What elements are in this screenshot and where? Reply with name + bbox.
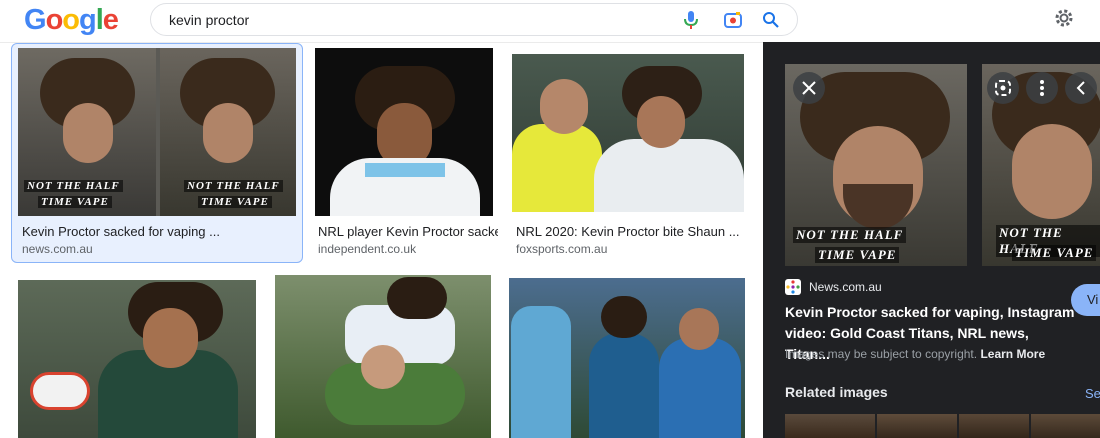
related-thumbnail[interactable] (959, 414, 1029, 438)
player-face (143, 308, 198, 368)
previous-button[interactable] (1065, 72, 1097, 104)
caption-line-2: TIME VAPE (815, 247, 900, 263)
search-icon[interactable] (761, 10, 781, 30)
result-source[interactable]: foxsports.com.au (516, 242, 607, 256)
result-thumbnail[interactable] (18, 280, 256, 438)
logo-letter: g (79, 4, 97, 36)
related-thumbnail[interactable] (1031, 414, 1100, 438)
more-options-button[interactable] (1026, 72, 1058, 104)
caption-line-2: TIME VAPE (38, 196, 112, 208)
close-icon (802, 81, 816, 95)
logo-letter: e (102, 4, 119, 36)
lens-icon[interactable] (723, 10, 743, 30)
more-vert-icon (1040, 80, 1044, 96)
player-right-head (679, 308, 719, 350)
player-center (589, 333, 659, 438)
result-thumbnail[interactable] (512, 54, 744, 212)
learn-more-link[interactable]: Learn More (980, 347, 1045, 361)
preview-panel: NOT THE HALF TIME VAPE NOT THE HALF TIME… (763, 42, 1100, 438)
search-bar[interactable]: kevin proctor (150, 3, 798, 36)
logo-letter: o (62, 4, 80, 36)
logo-letter: o (45, 4, 64, 36)
related-thumbnail[interactable] (785, 414, 875, 438)
mic-icon[interactable] (682, 10, 700, 30)
copyright-text: Images may be subject to copyright. (785, 347, 978, 361)
chevron-left-icon (1076, 81, 1085, 95)
football (30, 372, 90, 410)
search-input[interactable]: kevin proctor (169, 12, 249, 28)
player-center-hair (601, 296, 647, 338)
related-thumbnail[interactable] (877, 414, 957, 438)
player-hair (387, 277, 447, 319)
referee (512, 124, 602, 212)
google-logo[interactable]: Google (24, 4, 119, 37)
result-source[interactable]: independent.co.uk (318, 242, 416, 256)
player-left (511, 306, 571, 438)
face (203, 103, 253, 163)
related-images-heading: Related images (785, 384, 888, 400)
player (594, 139, 744, 212)
result-thumbnail[interactable] (275, 275, 491, 438)
lens-icon (995, 80, 1011, 96)
close-button[interactable] (793, 72, 825, 104)
result-thumbnail[interactable] (315, 48, 493, 216)
copyright-notice: Images may be subject to copyright. Lear… (785, 347, 1045, 361)
result-title[interactable]: NRL 2020: Kevin Proctor bite Shaun ... (516, 224, 748, 239)
caption-line-1: NOT THE HALF (24, 180, 123, 192)
face (1012, 124, 1092, 219)
beard (843, 184, 913, 229)
jersey-stripe (365, 163, 445, 177)
lens-search-button[interactable] (987, 72, 1019, 104)
referee-head (540, 79, 588, 134)
gear-icon[interactable] (1052, 6, 1076, 30)
result-title[interactable]: Kevin Proctor sacked for vaping ... (22, 224, 292, 239)
caption-line-1: NOT THE HALF (793, 227, 907, 243)
logo-letter: l (95, 4, 104, 36)
caption-line-1: NOT THE HALF (184, 180, 283, 192)
player-face (637, 96, 685, 148)
news-favicon (785, 279, 801, 295)
result-thumbnail[interactable]: NOT THE HALF TIME VAPE NOT THE HALF TIME… (18, 48, 296, 216)
source-name[interactable]: News.com.au (809, 280, 882, 294)
result-source[interactable]: news.com.au (22, 242, 93, 256)
header: Google kevin proctor (0, 0, 1100, 42)
logo-letter: G (24, 4, 47, 36)
face (63, 103, 113, 163)
caption-line-2: TIME VAPE (198, 196, 272, 208)
tackled-head (361, 345, 405, 389)
see-all-link[interactable]: Se (1085, 386, 1100, 401)
caption-line-2: TIME VAPE (1012, 245, 1097, 261)
player-right (659, 338, 741, 438)
result-thumbnail[interactable] (509, 278, 745, 438)
result-title[interactable]: NRL player Kevin Proctor sacke... (318, 224, 498, 239)
visit-button[interactable]: Vi (1071, 284, 1100, 316)
